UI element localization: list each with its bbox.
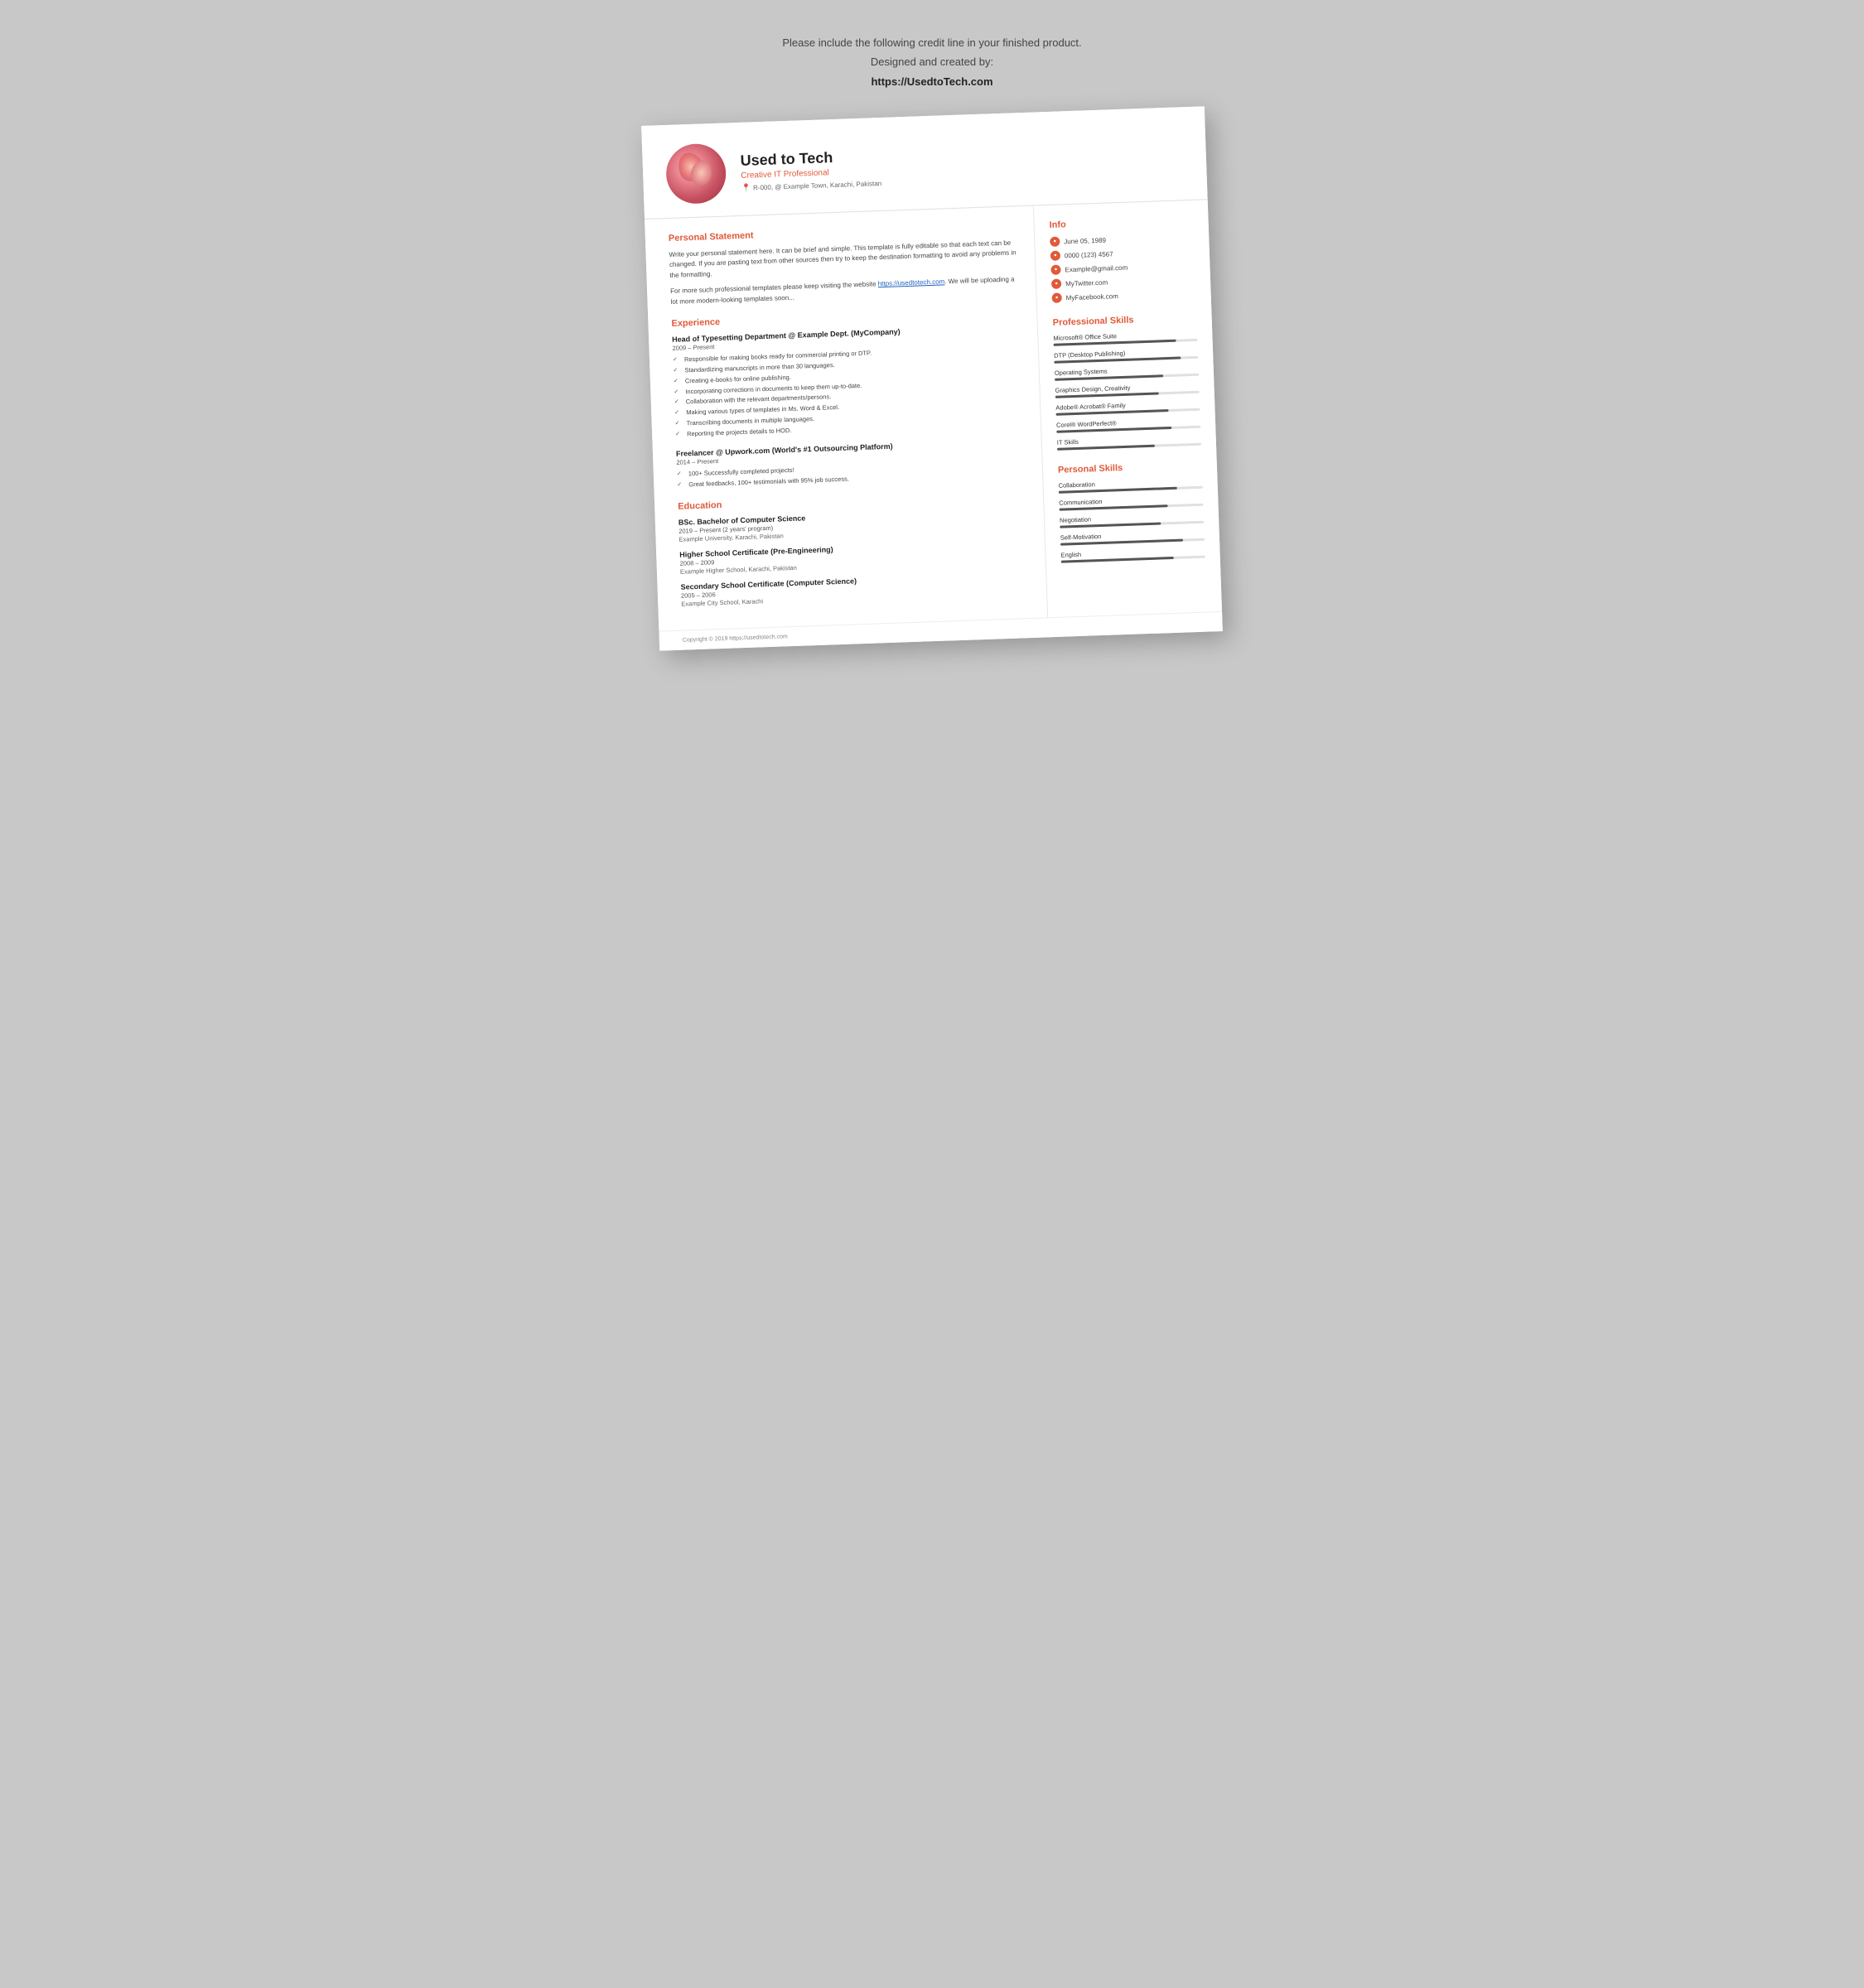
professional-skills-title: Professional Skills (1053, 313, 1197, 328)
footer-text: Copyright © 2019 https://usedtotech.com (683, 634, 788, 643)
skill-item: English (1060, 547, 1205, 563)
skill-item: Self-Motivation (1060, 529, 1205, 546)
location-icon: 📍 (741, 183, 751, 192)
avatar-image (665, 143, 727, 205)
email-icon: ● (1050, 265, 1060, 275)
info-facebook: ● MyFacebook.com (1051, 288, 1195, 303)
credit-line2: Designed and created by: (782, 52, 1081, 71)
website-link[interactable]: https://usedtotech.com (878, 278, 945, 288)
personal-statement-para1: Write your personal statement here. It c… (669, 239, 1017, 282)
credit-line1: Please include the following credit line… (782, 33, 1081, 52)
skill-item: Microsoft® Office Suite (1053, 330, 1197, 346)
edu-entry-0: BSc. Bachelor of Computer Science 2019 –… (678, 506, 1026, 543)
skill-item: IT Skills (1057, 434, 1201, 451)
info-title: Info (1049, 215, 1193, 230)
personal-skills-title: Personal Skills (1058, 461, 1202, 475)
skill-item: DTP (Desktop Publishing) (1054, 347, 1198, 364)
personal-statement-para2: For more such professional templates ple… (670, 275, 1018, 307)
personal-statement-section: Personal Statement Write your personal s… (669, 222, 1018, 308)
resume-body: Personal Statement Write your personal s… (645, 200, 1222, 630)
resume-document: Used to Tech Creative IT Professional 📍 … (641, 106, 1223, 650)
edu-entry-1: Higher School Certificate (Pre-Engineeri… (679, 538, 1027, 576)
info-email: ● Example@gmail.com (1050, 260, 1195, 275)
skill-item: Operating Systems (1055, 364, 1199, 381)
exp-entry-1: Freelancer @ Upwork.com (World's #1 Outs… (676, 437, 1024, 490)
exp-entry-0: Head of Typesetting Department @ Example… (672, 323, 1022, 440)
phone-icon: ● (1050, 251, 1060, 261)
education-section: Education BSc. Bachelor of Computer Scie… (678, 490, 1028, 608)
info-section: Info ● June 05, 1989 ● 0000 (123) 4567 ●… (1049, 215, 1195, 303)
right-column: Info ● June 05, 1989 ● 0000 (123) 4567 ●… (1034, 200, 1222, 617)
experience-section: Experience Head of Typesetting Departmen… (671, 306, 1024, 490)
skill-item: Graphics Design, Creativity (1055, 382, 1199, 398)
skill-item: Adobe® Acrobat® Family (1055, 399, 1200, 416)
exp-bullets-0: Responsible for making books ready for c… (673, 344, 1022, 440)
edu-entry-2: Secondary School Certificate (Computer S… (680, 571, 1028, 608)
info-phone: ● 0000 (123) 4567 (1050, 246, 1195, 261)
person-address: 📍 R-000, @ Example Town, Karachi, Pakist… (741, 179, 882, 193)
skill-item: Negotiation (1060, 512, 1204, 528)
credit-url[interactable]: https://UsedtoTech.com (871, 75, 992, 88)
info-birthday: ● June 05, 1989 (1050, 232, 1194, 247)
credit-section: Please include the following credit line… (782, 33, 1081, 91)
facebook-icon: ● (1051, 293, 1061, 303)
avatar (665, 143, 727, 205)
twitter-icon: ● (1051, 279, 1061, 289)
birthday-icon: ● (1050, 237, 1060, 247)
skill-item: Collaboration (1058, 477, 1202, 494)
header-text: Used to Tech Creative IT Professional 📍 … (740, 147, 881, 193)
skill-item: Communication (1059, 495, 1203, 511)
professional-skills-section: Professional Skills Microsoft® Office Su… (1053, 313, 1201, 451)
info-twitter: ● MyTwitter.com (1051, 274, 1195, 289)
resume-content: Used to Tech Creative IT Professional 📍 … (641, 106, 1223, 650)
skill-item: Corel® WordPerfect® (1056, 417, 1200, 433)
left-column: Personal Statement Write your personal s… (645, 206, 1048, 631)
personal-skills-section: Personal Skills Collaboration Communicat… (1058, 461, 1205, 563)
